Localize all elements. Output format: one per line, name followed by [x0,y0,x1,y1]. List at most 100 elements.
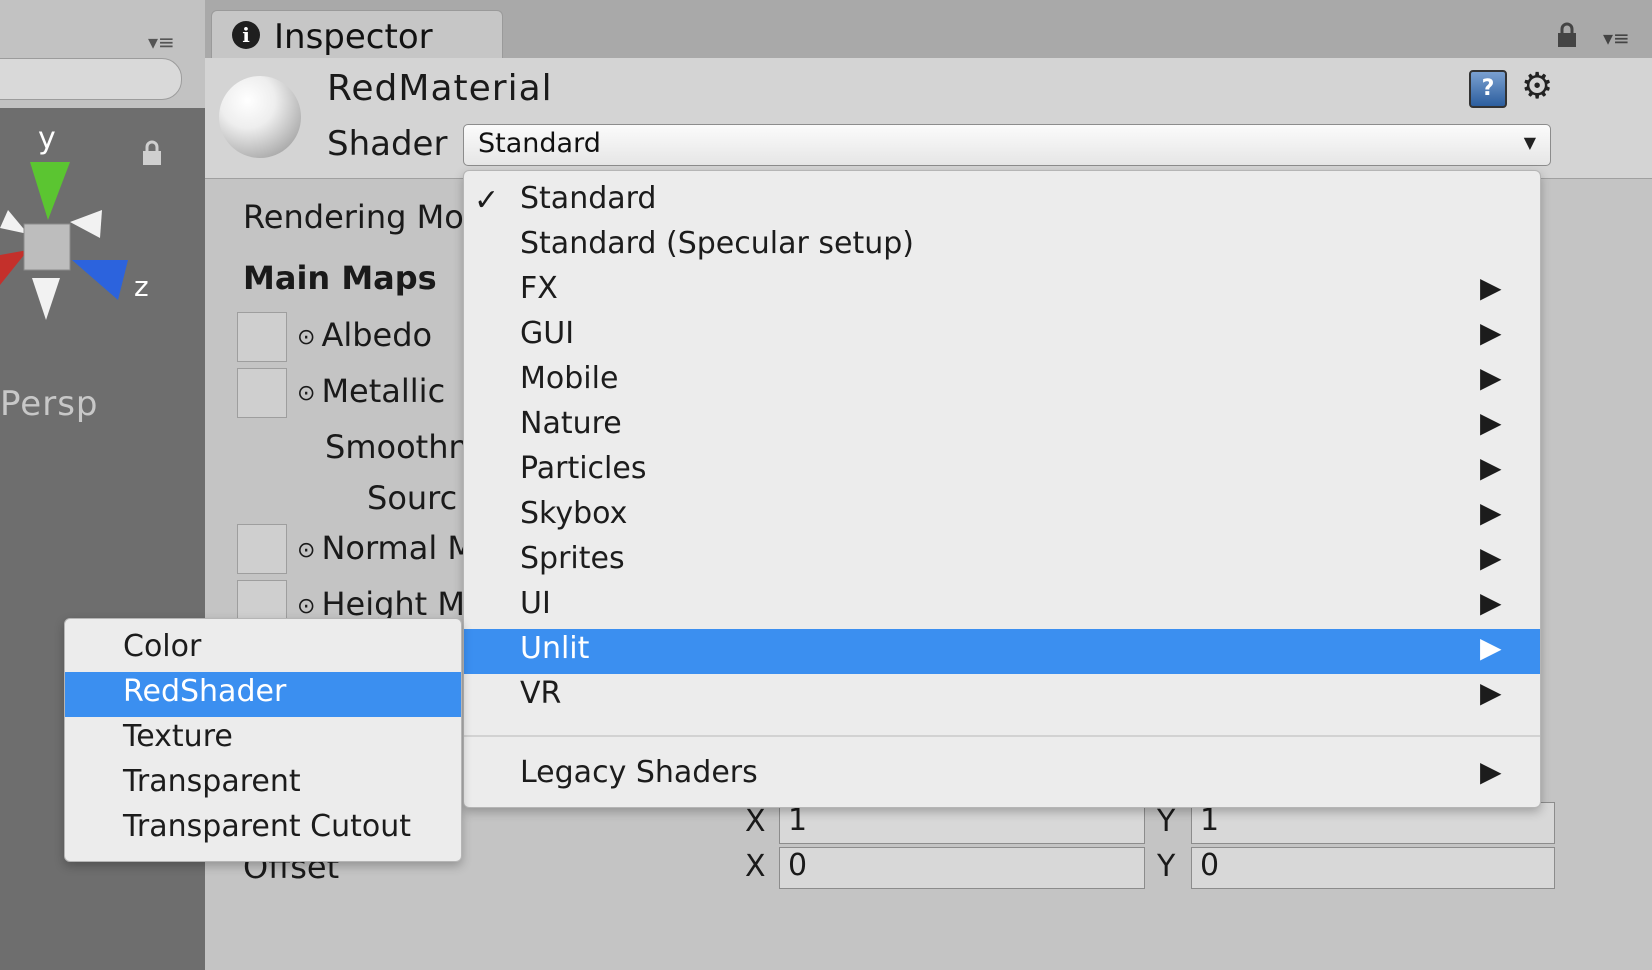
gizmo-down-cone[interactable] [32,278,60,320]
menu-item-mobile[interactable]: Mobile ▶ [464,359,1540,404]
menu-item-label: UI [520,586,551,621]
panel-menu-icon[interactable]: ▾≡ [148,30,175,54]
panel-menu-icon[interactable]: ▾≡ [1603,26,1630,50]
tiling-y-label: Y [1157,804,1176,839]
tiling-x-label: X [745,804,766,839]
shader-popup-menu: ✓ Standard Standard (Specular setup) FX … [463,170,1541,808]
menu-item-label: Mobile [520,361,619,396]
object-picker-icon[interactable]: ⊙ [297,538,315,563]
offset-x-field[interactable]: 0 [779,847,1145,889]
menu-item-label: Unlit [520,631,590,666]
info-icon: i [232,21,260,49]
menu-item-label: Nature [520,406,622,441]
normal-map-texture-slot[interactable] [237,524,287,574]
tiling-y-field[interactable]: 1 [1191,802,1555,844]
unlit-submenu: Color RedShader Texture Transparent Tran… [64,618,462,862]
submenu-arrow-icon: ▶ [1480,541,1502,574]
submenu-arrow-icon: ▶ [1480,361,1502,394]
menu-separator [464,735,1540,737]
menu-item-sprites[interactable]: Sprites ▶ [464,539,1540,584]
scene-search-field[interactable] [0,58,182,100]
lock-icon[interactable] [140,140,164,166]
menu-item-unlit[interactable]: Unlit ▶ [464,629,1540,674]
tiling-x-value: 1 [788,803,808,838]
menu-item-fx[interactable]: FX ▶ [464,269,1540,314]
menu-item-label: Skybox [520,496,628,531]
offset-x-label: X [745,849,766,884]
submenu-arrow-icon: ▶ [1480,451,1502,484]
gizmo-right-cone[interactable] [70,210,102,238]
material-preview-sphere [219,76,301,158]
offset-y-label: Y [1157,849,1176,884]
menu-item-label: VR [520,676,562,711]
menu-item-label: Legacy Shaders [520,755,758,790]
help-book-icon[interactable]: ? [1469,70,1507,108]
submenu-item-transparent[interactable]: Transparent [65,762,461,807]
albedo-row: ⊙ Albedo [297,316,432,354]
normal-map-row: ⊙ Normal M [297,529,475,567]
orientation-gizmo[interactable]: y z [0,110,205,370]
tab-inspector[interactable]: i Inspector [211,10,503,61]
tiling-x-field[interactable]: 1 [779,802,1145,844]
submenu-item-transparent-cutout[interactable]: Transparent Cutout [65,807,461,852]
menu-item-legacy-shaders[interactable]: Legacy Shaders ▶ [464,753,1540,798]
gizmo-y-label: y [38,121,56,156]
metallic-label: Metallic [321,372,446,410]
shader-dropdown-value: Standard [478,128,601,159]
menu-item-label: FX [520,271,558,306]
submenu-arrow-icon: ▶ [1480,631,1502,664]
submenu-arrow-icon: ▶ [1480,271,1502,304]
menu-item-vr[interactable]: VR ▶ [464,674,1540,719]
menu-item-particles[interactable]: Particles ▶ [464,449,1540,494]
submenu-item-label: Texture [123,719,233,754]
submenu-item-color[interactable]: Color [65,627,461,672]
tab-strip: i Inspector ▾≡ [205,0,1652,61]
albedo-label: Albedo [321,316,433,354]
menu-item-label: Standard (Specular setup) [520,226,914,261]
submenu-item-texture[interactable]: Texture [65,717,461,762]
menu-item-standard[interactable]: ✓ Standard [464,179,1540,224]
submenu-arrow-icon: ▶ [1480,406,1502,439]
albedo-texture-slot[interactable] [237,312,287,362]
object-picker-icon[interactable]: ⊙ [297,594,315,619]
gear-icon[interactable]: ⚙ [1521,66,1553,107]
gizmo-z-cone[interactable] [72,260,128,300]
tab-label: Inspector [274,17,433,57]
object-picker-icon[interactable]: ⊙ [297,381,315,406]
gizmo-z-label: z [134,270,149,303]
submenu-arrow-icon: ▶ [1480,496,1502,529]
menu-item-ui[interactable]: UI ▶ [464,584,1540,629]
submenu-item-redshader[interactable]: RedShader [65,672,461,717]
offset-y-value: 0 [1200,848,1220,883]
menu-item-skybox[interactable]: Skybox ▶ [464,494,1540,539]
rendering-mode-label: Rendering Moc [243,198,482,236]
material-name: RedMaterial [327,68,553,109]
menu-item-label: Sprites [520,541,625,576]
menu-item-nature[interactable]: Nature ▶ [464,404,1540,449]
shader-dropdown[interactable]: Standard ▼ [463,124,1551,166]
menu-item-label: Standard [520,181,657,216]
submenu-item-label: Transparent [123,764,301,799]
object-picker-icon[interactable]: ⊙ [297,325,315,350]
lock-icon[interactable] [1555,22,1579,48]
gizmo-center-cube[interactable] [23,223,71,271]
metallic-texture-slot[interactable] [237,368,287,418]
offset-x-value: 0 [788,848,808,883]
chevron-down-icon: ▼ [1523,133,1536,152]
projection-mode-label[interactable]: Persp [0,384,98,424]
material-header: RedMaterial Shader Standard ▼ ? ⚙ [205,58,1652,179]
submenu-arrow-icon: ▶ [1480,755,1502,788]
submenu-item-label: RedShader [123,674,287,709]
smoothness-label: Smoothn [325,428,469,466]
shader-label: Shader [327,124,448,164]
submenu-item-label: Transparent Cutout [123,809,412,844]
normal-map-label: Normal M [321,529,475,567]
menu-item-label: GUI [520,316,575,351]
offset-y-field[interactable]: 0 [1191,847,1555,889]
tiling-y-value: 1 [1200,803,1220,838]
metallic-row: ⊙ Metallic [297,372,445,410]
menu-item-standard-specular[interactable]: Standard (Specular setup) [464,224,1540,269]
gizmo-y-cone[interactable] [30,162,70,220]
checkmark-icon: ✓ [474,183,500,218]
menu-item-gui[interactable]: GUI ▶ [464,314,1540,359]
